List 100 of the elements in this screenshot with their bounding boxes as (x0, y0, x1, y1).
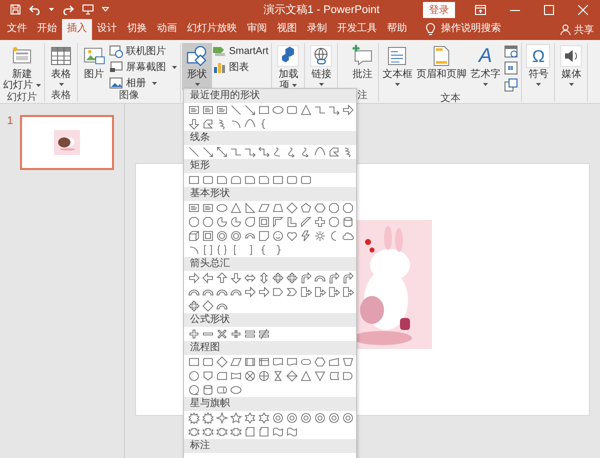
arrow-down-icon[interactable] (188, 118, 200, 130)
rounded-rect-icon[interactable] (202, 356, 214, 368)
seal-icon[interactable] (272, 412, 284, 424)
ribbon-button[interactable]: 链接 (306, 43, 336, 90)
octagon-icon[interactable] (328, 216, 340, 228)
slide-thumbnail[interactable] (20, 115, 114, 170)
octagon-icon[interactable] (188, 216, 200, 228)
home-plate-icon[interactable] (272, 286, 284, 298)
cross-icon[interactable] (314, 216, 326, 228)
half-frame-icon[interactable] (272, 216, 284, 228)
can-icon[interactable] (202, 384, 214, 396)
ribbon-button[interactable]: 表格 (46, 43, 76, 90)
burst-icon[interactable] (202, 412, 214, 424)
divide-icon[interactable] (230, 328, 242, 340)
parallelogram-icon[interactable] (230, 356, 242, 368)
ribbon-button[interactable]: 联机图片 (109, 44, 179, 58)
ribbon-button[interactable]: 形状 (182, 43, 212, 90)
folded-icon[interactable] (258, 230, 270, 242)
callout-arrow-icon[interactable] (342, 286, 354, 298)
octagon-icon[interactable] (342, 202, 354, 214)
quad-arrow-icon[interactable] (188, 300, 200, 312)
arrow-up-icon[interactable] (216, 272, 228, 284)
text-box-icon[interactable] (188, 202, 200, 214)
star6-icon[interactable] (258, 412, 270, 424)
flow-tape-icon[interactable] (230, 370, 242, 382)
scroll-icon[interactable] (244, 426, 256, 438)
flow-predefined-icon[interactable] (244, 356, 256, 368)
lightbulb-icon[interactable] (426, 23, 435, 36)
diamond-icon[interactable] (216, 356, 228, 368)
ribbon-button[interactable]: 相册 (109, 76, 179, 90)
flow-sort-icon[interactable] (286, 370, 298, 382)
ribbon-button[interactable]: 页眉和页脚 (414, 43, 468, 93)
star6-icon[interactable] (244, 412, 256, 424)
text-box-icon[interactable] (216, 104, 228, 116)
quad-arrow-icon[interactable] (286, 272, 298, 284)
rect-icon[interactable] (258, 104, 270, 116)
snip-rect-icon[interactable] (244, 174, 256, 186)
star4-icon[interactable] (216, 412, 228, 424)
donut-icon[interactable] (216, 230, 228, 242)
rect-icon[interactable] (272, 174, 284, 186)
curve-icon[interactable] (314, 146, 326, 158)
rounded-rect-icon[interactable] (202, 174, 214, 186)
donut-icon[interactable] (230, 230, 242, 242)
arrow-right-icon[interactable] (188, 272, 200, 284)
rounded-rect-icon[interactable] (286, 174, 298, 186)
elbow-arrow-icon[interactable] (244, 146, 256, 158)
octagon-icon[interactable] (202, 216, 214, 228)
arrow-right-icon[interactable] (258, 286, 270, 298)
flow-sum-icon[interactable] (244, 370, 256, 382)
save-icon[interactable] (10, 4, 21, 15)
quad-arrow-icon[interactable] (272, 272, 284, 284)
elbow-double-arrow-icon[interactable] (258, 146, 270, 158)
callout-arrow-icon[interactable] (328, 286, 340, 298)
flow-seq-icon[interactable] (188, 384, 200, 396)
sign-in-button[interactable]: 登录 (423, 2, 455, 18)
ribbon-tab[interactable]: 设计 (92, 19, 122, 40)
flow-collate-icon[interactable] (272, 370, 284, 382)
ribbon-tab[interactable]: 视图 (272, 19, 302, 40)
arrow-line-icon[interactable] (244, 104, 256, 116)
wave-icon[interactable] (286, 426, 298, 438)
teardrop-icon[interactable] (244, 216, 256, 228)
ribbon-tab[interactable]: 幻灯片放映 (182, 19, 242, 40)
flow-or-icon[interactable] (258, 370, 270, 382)
hexagon-icon[interactable] (314, 356, 326, 368)
ribbon-button[interactable]: 媒体 (556, 43, 586, 90)
seal-icon[interactable] (300, 412, 312, 424)
undo-icon[interactable] (29, 4, 41, 14)
flow-stored-icon[interactable] (328, 370, 340, 382)
triangle-icon[interactable] (230, 202, 242, 214)
tell-me-search[interactable]: 操作说明搜索 (441, 19, 501, 40)
double-arrow-line-icon[interactable] (216, 146, 228, 158)
rect-icon[interactable] (188, 174, 200, 186)
bent-arrow-icon[interactable] (300, 272, 312, 284)
flow-card-icon[interactable] (216, 370, 228, 382)
ribbon-tab[interactable]: 开发工具 (332, 19, 382, 40)
flow-merge-icon[interactable] (314, 370, 326, 382)
freeform-icon[interactable] (328, 146, 340, 158)
seal-icon[interactable] (328, 412, 340, 424)
ribbon-tab[interactable]: 插入 (62, 19, 92, 40)
redo-icon[interactable] (62, 4, 74, 14)
snip-rect-icon[interactable] (216, 174, 228, 186)
smiley-icon[interactable] (272, 230, 284, 242)
flow-direct-icon[interactable] (216, 384, 228, 396)
close-icon[interactable] (578, 4, 588, 14)
ribbon-display-icon[interactable] (475, 4, 486, 14)
flow-manual-input-icon[interactable] (328, 356, 340, 368)
star5-icon[interactable] (230, 412, 242, 424)
seal-icon[interactable] (342, 412, 354, 424)
ribbon-tab[interactable]: 帮助 (382, 19, 412, 40)
ribbon-tab[interactable]: 文件 (2, 19, 32, 40)
arrow-right-icon[interactable] (244, 286, 256, 298)
ribbon-tab[interactable]: 录制 (302, 19, 332, 40)
flow-doc-icon[interactable] (286, 356, 298, 368)
object-icon[interactable] (504, 78, 518, 92)
ribbon-tab[interactable]: 审阅 (242, 19, 272, 40)
lightning-icon[interactable] (300, 230, 312, 242)
ribbon-button[interactable]: 新建 幻灯片 (1, 43, 43, 92)
diamond-icon[interactable] (202, 300, 214, 312)
wave-icon[interactable] (272, 426, 284, 438)
maximize-icon[interactable] (544, 4, 554, 14)
